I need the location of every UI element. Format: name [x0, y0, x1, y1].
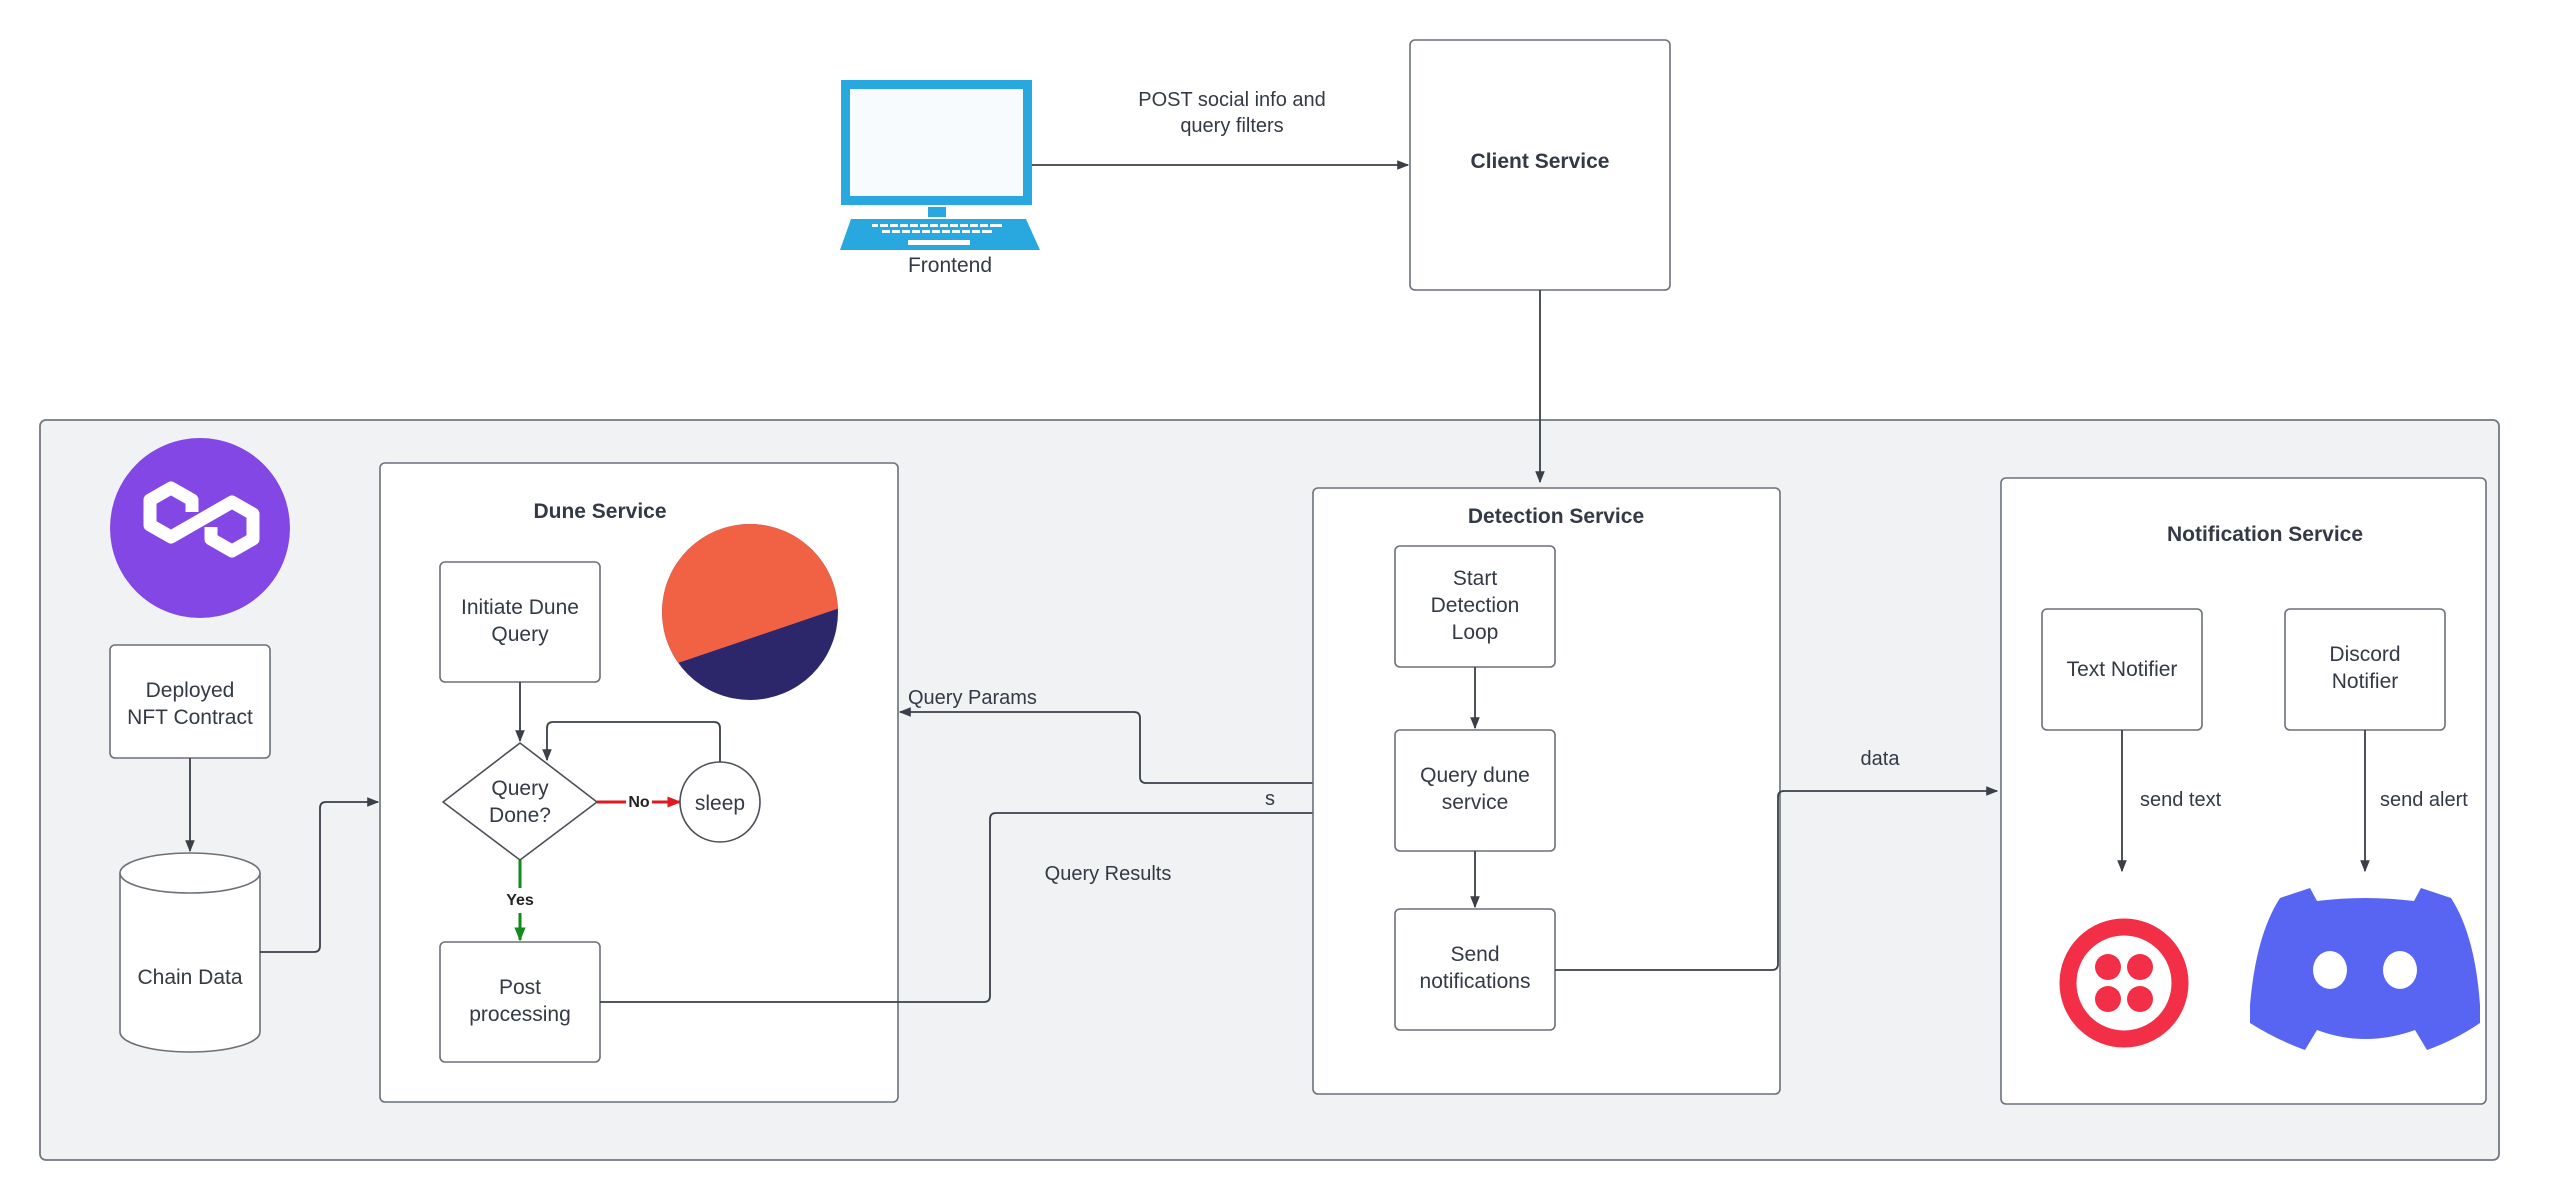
query-dune-service-node[interactable]: Query dune service — [1394, 729, 1556, 852]
dune-service-title: Dune Service — [533, 500, 666, 523]
text-notifier-node[interactable]: Text Notifier — [2041, 608, 2203, 731]
query-dune-line2: service — [1442, 791, 1509, 814]
notification-service-title: Notification Service — [2167, 523, 2363, 546]
send-line2: notifications — [1420, 970, 1531, 993]
client-service-node[interactable]: Client Service — [1409, 39, 1671, 291]
detection-service-title: Detection Service — [1468, 505, 1644, 528]
send-notifications-node[interactable]: Send notifications — [1394, 908, 1556, 1031]
edge-frontend-to-client: POST social info and query filters — [1032, 89, 1410, 170]
start-line2: Detection — [1431, 594, 1520, 617]
send-line1: Send — [1450, 943, 1499, 966]
chain-data-label: Chain Data — [137, 966, 242, 989]
edge-label-post-line1: POST social info and — [1138, 89, 1326, 111]
architecture-diagram: Frontend POST social info and query filt… — [39, 39, 2500, 1161]
discord-notifier-line1: Discord — [2329, 643, 2400, 666]
frontend-node[interactable]: Frontend — [840, 80, 1040, 277]
initiate-dune-query-node[interactable]: Initiate Dune Query — [439, 561, 601, 683]
edge-label-s: s — [1265, 788, 1275, 810]
text-notifier-label: Text Notifier — [2067, 658, 2178, 681]
sleep-node[interactable]: sleep — [679, 761, 761, 843]
frontend-label: Frontend — [908, 254, 992, 277]
post-line1: Post — [499, 976, 541, 999]
polygon-logo-icon — [110, 438, 290, 618]
edge-label-query-params: Query Params — [908, 687, 1037, 709]
decision-line2: Done? — [489, 804, 551, 827]
edge-label-no: No — [628, 794, 650, 811]
deployed-line2: NFT Contract — [127, 706, 253, 729]
decision-line1: Query — [491, 777, 549, 800]
edge-label-yes: Yes — [506, 892, 534, 909]
edge-label-send-alert: send alert — [2380, 789, 2468, 811]
post-processing-node[interactable]: Post processing — [439, 941, 601, 1063]
initiate-line2: Query — [491, 623, 549, 646]
initiate-line1: Initiate Dune — [461, 596, 579, 619]
start-line1: Start — [1453, 567, 1498, 590]
client-service-title: Client Service — [1471, 150, 1610, 173]
start-line3: Loop — [1452, 621, 1499, 644]
edge-label-query-results: Query Results — [1045, 863, 1172, 885]
deployed-line1: Deployed — [146, 679, 235, 702]
sleep-label: sleep — [695, 792, 745, 815]
edge-label-post-line2: query filters — [1180, 115, 1283, 137]
chain-data-node[interactable]: Chain Data — [119, 852, 261, 1053]
post-line2: processing — [469, 1003, 571, 1026]
laptop-icon — [840, 80, 1040, 250]
edge-label-data: data — [1861, 748, 1901, 770]
discord-notifier-node[interactable]: Discord Notifier — [2284, 608, 2446, 731]
discord-logo-icon — [2250, 888, 2480, 1050]
discord-notifier-line2: Notifier — [2332, 670, 2399, 693]
query-dune-line1: Query dune — [1420, 764, 1530, 787]
edge-label-send-text: send text — [2140, 789, 2222, 811]
start-detection-loop-node[interactable]: Start Detection Loop — [1394, 545, 1556, 668]
deployed-nft-contract-node[interactable]: Deployed NFT Contract — [109, 644, 271, 759]
